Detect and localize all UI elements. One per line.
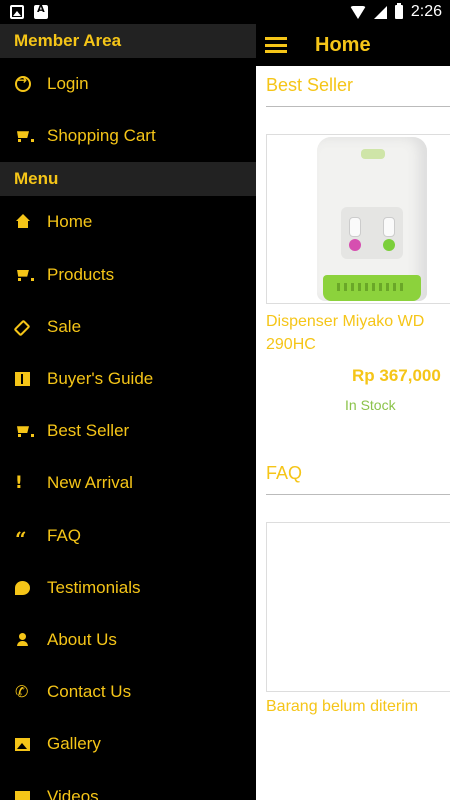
member-area-header: Member Area bbox=[0, 24, 256, 58]
drawer-item-home[interactable]: Home bbox=[0, 196, 256, 248]
status-bar: 2:26 bbox=[0, 0, 450, 24]
drawer-item-products[interactable]: Products bbox=[0, 249, 256, 301]
cart-icon bbox=[15, 424, 34, 438]
home-icon bbox=[15, 214, 31, 230]
drawer-item-contact-us[interactable]: ✆ Contact Us bbox=[0, 666, 256, 718]
divider bbox=[266, 106, 450, 107]
chat-icon bbox=[15, 580, 30, 595]
drawer-item-label: FAQ bbox=[47, 525, 82, 545]
drawer-item-label: Contact Us bbox=[47, 682, 132, 702]
exclamation-icon: ! bbox=[15, 473, 23, 494]
drawer-item-faq[interactable]: “ FAQ bbox=[0, 510, 256, 562]
drawer-item-label: Sale bbox=[47, 316, 82, 336]
drawer-item-sale[interactable]: Sale bbox=[0, 301, 256, 353]
drawer-item-testimonials[interactable]: Testimonials bbox=[0, 562, 256, 614]
cart-icon bbox=[15, 129, 34, 143]
drawer-item-new-arrival[interactable]: ! New Arrival bbox=[0, 457, 256, 509]
drawer-item-label: Home bbox=[47, 212, 93, 232]
status-time: 2:26 bbox=[410, 3, 442, 20]
app-bar: Home bbox=[256, 24, 450, 66]
drawer-item-label: New Arrival bbox=[47, 473, 133, 493]
tag-icon bbox=[13, 319, 31, 337]
product-card[interactable] bbox=[266, 134, 450, 304]
battery-icon bbox=[394, 3, 403, 19]
drawer-item-label: Products bbox=[47, 264, 115, 284]
navigation-drawer: Member Area Login Shopping Cart Menu Hom… bbox=[0, 24, 256, 800]
video-icon bbox=[15, 791, 30, 800]
drawer-item-label: Videos bbox=[47, 786, 99, 800]
best-seller-title: Best Seller bbox=[266, 75, 354, 95]
image-icon bbox=[15, 737, 30, 751]
main-content: Home Best Seller Dispenser Miyako WD 290… bbox=[256, 24, 450, 800]
wifi-icon bbox=[349, 5, 366, 19]
drawer-item-label: Gallery bbox=[47, 734, 101, 754]
drawer-item-about-us[interactable]: About Us bbox=[0, 614, 256, 666]
product-name-line1: Dispenser Miyako WD bbox=[266, 313, 425, 330]
faq-card[interactable] bbox=[266, 522, 450, 692]
drawer-item-label: About Us bbox=[47, 629, 117, 649]
cart-icon bbox=[15, 268, 34, 282]
drawer-item-label: Login bbox=[47, 74, 89, 94]
image-notification-icon bbox=[10, 5, 24, 19]
drawer-item-label: Testimonials bbox=[47, 577, 141, 597]
product-image bbox=[317, 137, 427, 301]
app-notification-icon bbox=[34, 4, 48, 19]
menu-icon[interactable] bbox=[265, 37, 287, 53]
drawer-item-label: Buyer's Guide bbox=[47, 369, 154, 389]
faq-item-title[interactable]: Barang belum diterim bbox=[266, 698, 418, 716]
drawer-item-videos[interactable]: Videos bbox=[0, 770, 256, 800]
phone-icon: ✆ bbox=[15, 682, 29, 702]
login-icon bbox=[15, 73, 31, 93]
drawer-item-buyers-guide[interactable]: Buyer's Guide bbox=[0, 353, 256, 405]
quote-icon: “ bbox=[15, 526, 27, 551]
book-icon bbox=[15, 372, 30, 387]
product-name-line2: 290HC bbox=[266, 336, 316, 353]
drawer-item-shopping-cart[interactable]: Shopping Cart bbox=[0, 110, 256, 162]
drawer-item-label: Shopping Cart bbox=[47, 126, 156, 146]
signal-icon bbox=[373, 5, 387, 19]
menu-header: Menu bbox=[0, 162, 256, 197]
page-title: Home bbox=[315, 33, 371, 56]
drawer-item-best-seller[interactable]: Best Seller bbox=[0, 405, 256, 457]
product-name[interactable]: Dispenser Miyako WD 290HC bbox=[266, 310, 424, 356]
stock-status: In Stock bbox=[345, 397, 396, 413]
divider bbox=[266, 494, 450, 495]
drawer-item-gallery[interactable]: Gallery bbox=[0, 718, 256, 770]
drawer-item-login[interactable]: Login bbox=[0, 58, 256, 110]
drawer-item-label: Best Seller bbox=[47, 421, 130, 441]
faq-title: FAQ bbox=[266, 463, 303, 483]
person-icon bbox=[15, 632, 31, 648]
product-price: Rp 367,000 bbox=[352, 366, 441, 385]
